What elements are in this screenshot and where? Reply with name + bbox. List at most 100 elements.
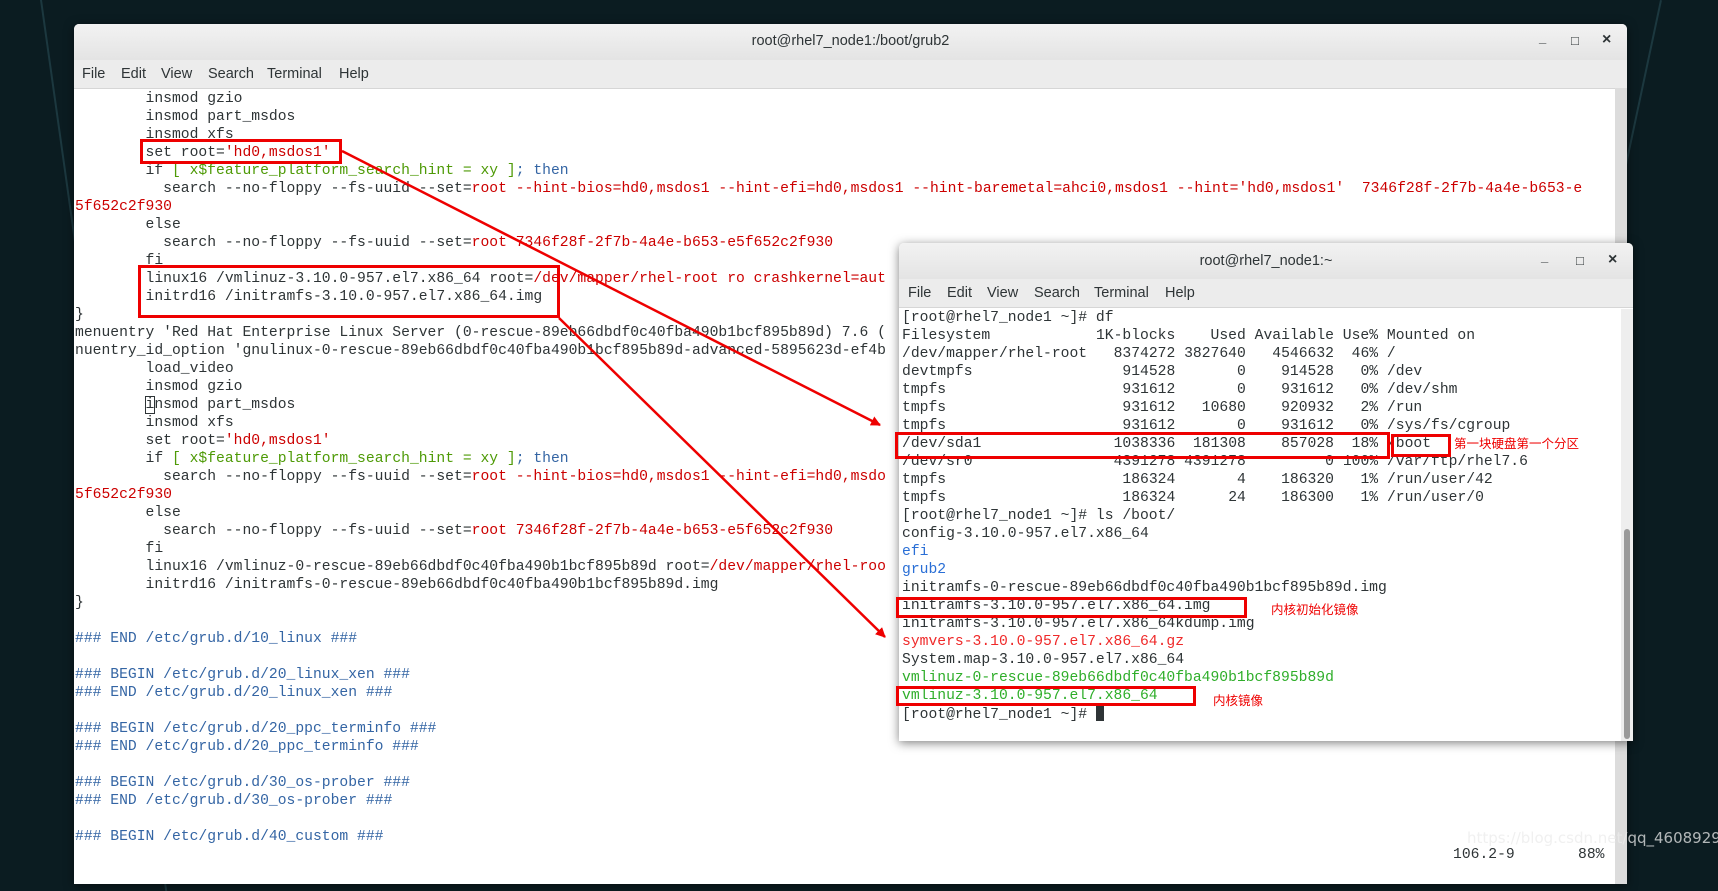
vim-percent: 88% (1578, 847, 1605, 863)
menu-view[interactable]: View (987, 285, 1018, 301)
close-icon[interactable]: × (1608, 251, 1617, 269)
scrollbar[interactable] (1621, 309, 1633, 741)
code-line: insmod xfs (75, 414, 234, 432)
code-line: else (75, 504, 181, 522)
prompt: [root@rhel7_node1 ~]# (902, 310, 1096, 326)
terminal-line: tmpfs 931612 0 931612 0% /dev/shm (902, 381, 1457, 399)
terminal-line: devtmpfs 914528 0 914528 0% /dev (902, 363, 1422, 381)
command: ls /boot/ (1095, 508, 1176, 524)
df-cell: 914528 (1122, 364, 1176, 380)
code-token: ; then (515, 451, 569, 467)
scrollbar-thumb[interactable] (1624, 529, 1630, 739)
maximize-icon[interactable]: □ (1576, 253, 1584, 268)
menu-help[interactable]: Help (339, 66, 369, 82)
menu-edit[interactable]: Edit (121, 66, 146, 82)
terminal-line: config-3.10.0-957.el7.x86_64 (902, 525, 1149, 543)
menu-terminal[interactable]: Terminal (267, 66, 322, 82)
terminal-output[interactable]: [root@rhel7_node1 ~]# df Filesystem 1K-bl… (902, 309, 1617, 739)
code-token: root 7346f28f-2f7b-4a4e-b653-e5f652c2f93… (471, 523, 834, 539)
menu-file[interactable]: File (908, 285, 931, 301)
code-line: insmod gzio (75, 378, 243, 396)
watermark: https://blog.csdn.net/qq_46089299 (1467, 829, 1718, 847)
terminal-line: grub2 (902, 561, 946, 579)
code-line: } (75, 594, 84, 612)
df-cell: 931612 (1281, 382, 1334, 398)
code-token: } (75, 595, 84, 611)
menu-search[interactable]: Search (208, 66, 254, 82)
code-token: [ x$feature_platform_search_hint = xy ] (171, 451, 516, 467)
menu-edit[interactable]: Edit (947, 285, 972, 301)
code-token: ### END /etc/grub.d/30_os-prober ### (75, 793, 393, 809)
menu-file[interactable]: File (82, 66, 105, 82)
highlight-initramfs (896, 597, 1247, 618)
code-line: ### END /etc/grub.d/20_linux_xen ### (75, 684, 392, 702)
code-token: if (75, 451, 172, 467)
code-line: search --no-floppy --fs-uuid --set=root … (75, 468, 886, 486)
menu-help[interactable]: Help (1165, 285, 1195, 301)
terminal-line: [root@rhel7_node1 ~]# df (902, 309, 1114, 327)
df-cell: tmpfs (902, 400, 947, 416)
code-line: if [ x$feature_platform_search_hint = xy… (75, 162, 569, 180)
code-line: nuentry_id_option 'gnulinux-0-rescue-89e… (75, 342, 886, 360)
code-line: } (75, 306, 84, 324)
df-cell: 8374272 (1113, 346, 1176, 362)
close-icon[interactable]: × (1602, 31, 1611, 49)
code-line: menuentry 'Red Hat Enterprise Linux Serv… (75, 324, 886, 342)
code-token: search --no-floppy --fs-uuid --set= (75, 523, 472, 539)
title-bar[interactable]: root@rhel7_node1:~ _ □ × (899, 243, 1633, 280)
df-cell: 0% (1360, 382, 1379, 398)
code-token: } (75, 307, 84, 323)
code-token: set root= (75, 433, 225, 449)
code-line: insmod part_msdos (75, 108, 296, 126)
df-cell: /run (1386, 400, 1423, 416)
df-cell: 186324 (1122, 490, 1176, 506)
code-token: 5f652c2f930 (75, 199, 172, 215)
file-entry: efi (902, 544, 929, 560)
title-bar[interactable]: root@rhel7_node1:/boot/grub2 _ □ × (74, 24, 1627, 61)
code-line: ### END /etc/grub.d/30_os-prober ### (75, 792, 392, 810)
menu-search[interactable]: Search (1034, 285, 1080, 301)
code-line: search --no-floppy --fs-uuid --set=root … (75, 180, 1582, 198)
window-title: root@rhel7_node1:~ (1199, 253, 1333, 269)
highlight-sda1-row (895, 432, 1390, 459)
minimize-icon[interactable]: _ (1539, 30, 1546, 45)
code-token: search --no-floppy --fs-uuid --set= (75, 181, 472, 197)
code-token: ### END /etc/grub.d/20_ppc_terminfo ### (75, 739, 419, 755)
code-line: fi (75, 540, 164, 558)
code-token: menuentry 'Red Hat Enterprise Linux Serv… (75, 325, 886, 341)
code-line: else (75, 216, 181, 234)
code-token: if (75, 163, 172, 179)
terminal-line: [root@rhel7_node1 ~]# ls /boot/ (902, 507, 1175, 525)
df-cell: 1% (1360, 472, 1379, 488)
df-header-cell: 1K-blocks (1095, 328, 1176, 344)
vim-position: 106.2-9 (1453, 847, 1515, 863)
code-token: else (75, 505, 181, 521)
menu-terminal[interactable]: Terminal (1094, 285, 1149, 301)
highlight-vmlinuz (896, 686, 1196, 706)
code-token: ; then (515, 163, 569, 179)
code-line: search --no-floppy --fs-uuid --set=root … (75, 234, 833, 252)
file-entry: vmlinuz-0-rescue-89eb66dbdf0c40fba490b1b… (902, 670, 1334, 686)
code-line: ### BEGIN /etc/grub.d/40_custom ### (75, 828, 384, 846)
code-line: insmod part_msdos (75, 396, 295, 414)
code-token: search --no-floppy --fs-uuid --set= (75, 469, 472, 485)
code-token: insmod gzio (75, 91, 243, 107)
file-entry: grub2 (902, 562, 947, 578)
code-token: root 7346f28f-2f7b-4a4e-b653-e5f652c2f93… (471, 235, 834, 251)
code-token: ### END /etc/grub.d/20_linux_xen ### (75, 685, 393, 701)
code-token: nuentry_id_option 'gnulinux-0-rescue-89e… (75, 343, 886, 359)
df-header-cell: Used (1210, 328, 1246, 344)
prompt: [root@rhel7_node1 ~]# (902, 508, 1096, 524)
df-cell: tmpfs (902, 490, 947, 506)
code-token: ### END /etc/grub.d/10_linux ### (75, 631, 358, 647)
menu-view[interactable]: View (161, 66, 192, 82)
maximize-icon[interactable]: □ (1571, 33, 1579, 48)
minimize-icon[interactable]: _ (1541, 249, 1548, 264)
code-token: fi (75, 541, 164, 557)
df-cell: 186324 (1122, 472, 1176, 488)
code-token: 5f652c2f930 (75, 487, 172, 503)
code-line: initrd16 /initramfs-0-rescue-89eb66dbdf0… (75, 576, 719, 594)
annotation-boot-partition: 第一块硬盘第一个分区 (1454, 436, 1580, 451)
df-cell: /run/user/0 (1386, 490, 1484, 506)
